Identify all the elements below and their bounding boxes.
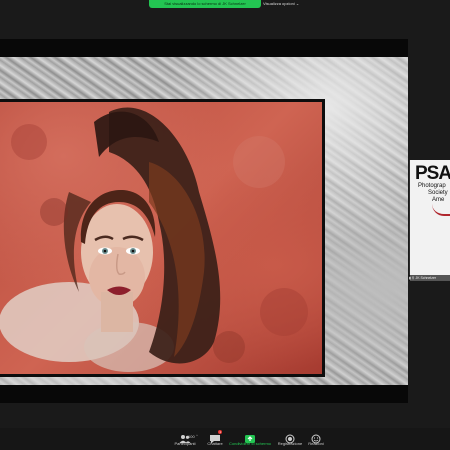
share-screen-button[interactable]: Condividere lo schermo [226,431,274,449]
logo-swoosh [432,204,450,216]
share-screen-icon [244,431,256,443]
record-icon [284,431,296,444]
reactions-button[interactable]: Reazioni [304,431,328,449]
meeting-toolbar: 100 Partecipanti ^ 1 Chattare Condivider… [0,428,450,450]
chat-icon: 1 [209,430,222,444]
psa-logo: PSA [415,163,450,184]
participant-name: JK Schnelzer [415,276,437,280]
chat-button[interactable]: 1 Chattare [204,430,226,449]
chat-badge: 1 [218,430,222,434]
presentation-slide [0,57,408,385]
top-bar: Stai visualizzando lo schermo di JK Schn… [0,0,450,9]
portrait-illustration [0,107,308,372]
participant-name-tag: ▮ ⚲ JK Schnelzer [409,275,450,281]
artwork-image [0,102,322,374]
record-button[interactable]: Registrazione [276,431,304,449]
view-options-button[interactable]: Visualizza opzioni ⌄ [263,0,299,8]
logo-line: Photograp [418,183,446,189]
participants-options-chevron-icon[interactable]: ^ [196,433,198,438]
reactions-icon [310,431,322,444]
logo-line: Ame [432,197,445,203]
logo-line: Society [428,190,448,196]
participant-video-thumbnail[interactable]: PSA Photograp Society Ame [409,160,450,281]
participants-count: 100 [188,434,195,439]
shared-screen [0,39,408,403]
screen-share-banner: Stai visualizzando lo schermo di JK Schn… [149,0,261,8]
